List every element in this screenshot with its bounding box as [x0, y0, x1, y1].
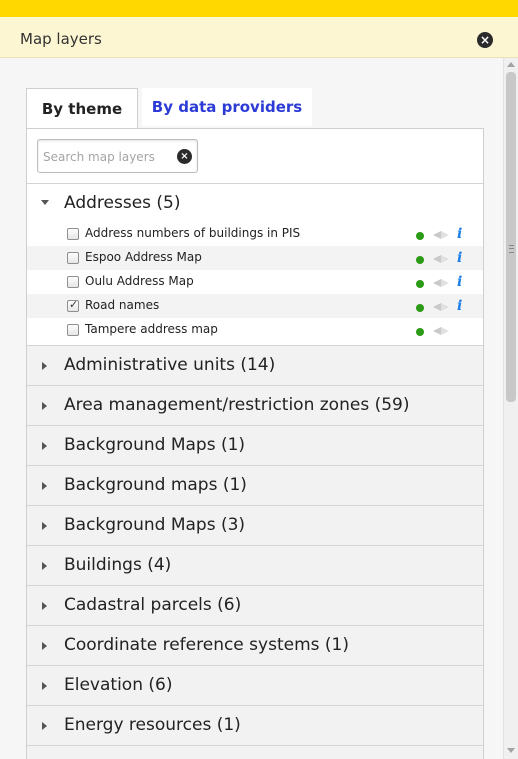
- layer-row: Address numbers of buildings in PIS i: [27, 222, 483, 246]
- layer-group: Buildings (4): [27, 546, 483, 586]
- caret-down-icon[interactable]: [41, 200, 49, 205]
- layer-checkbox[interactable]: [67, 228, 79, 240]
- panel-title: Map layers: [20, 30, 102, 48]
- layer-group: Background maps (1): [27, 466, 483, 506]
- search-input[interactable]: [43, 148, 173, 166]
- status-dot-icon: [416, 256, 424, 264]
- layer-label: Espoo Address Map: [85, 250, 202, 264]
- status-dot-icon: [416, 328, 424, 336]
- tab-by-theme[interactable]: By theme: [26, 88, 138, 128]
- layer-group: Energy resources (1): [27, 706, 483, 746]
- layer-row: Espoo Address Map i: [27, 246, 483, 270]
- scroll-down-icon[interactable]: [507, 748, 515, 753]
- status-dot-icon: [416, 304, 424, 312]
- layer-checkbox[interactable]: [67, 298, 79, 312]
- layer-group-label: Background Maps (1): [64, 435, 246, 455]
- layer-group-header[interactable]: Buildings (4): [27, 546, 483, 586]
- layer-checkbox[interactable]: [67, 252, 79, 264]
- layer-group-header[interactable]: Energy resources (1): [27, 706, 483, 746]
- layer-group-label: Buildings (4): [64, 555, 172, 575]
- layer-row: Road names i: [27, 294, 483, 318]
- layer-group-header[interactable]: Cadastral parcels (6): [27, 586, 483, 626]
- caret-right-icon[interactable]: [42, 482, 47, 490]
- caret-right-icon[interactable]: [42, 722, 47, 730]
- status-dot-icon: [416, 232, 424, 240]
- layer-group-label: Energy resources (1): [64, 715, 241, 735]
- layer-group: [27, 746, 483, 759]
- layer-label: Tampere address map: [85, 322, 218, 336]
- layer-label: Address numbers of buildings in PIS: [85, 226, 301, 240]
- layer-row: Oulu Address Map i: [27, 270, 483, 294]
- layer-group-header[interactable]: Background Maps (3): [27, 506, 483, 546]
- scale-range-icon: [433, 230, 449, 240]
- layer-group: Background Maps (1): [27, 426, 483, 466]
- scale-range-icon: [433, 326, 449, 336]
- layer-group-label: Area management/restriction zones (59): [64, 395, 410, 415]
- layer-label: Oulu Address Map: [85, 274, 194, 288]
- caret-right-icon[interactable]: [42, 362, 47, 370]
- layer-group: Background Maps (3): [27, 506, 483, 546]
- layer-group: Coordinate reference systems (1): [27, 626, 483, 666]
- caret-right-icon[interactable]: [42, 602, 47, 610]
- layer-group-label: Elevation (6): [64, 675, 173, 695]
- layer-group-label: Background maps (1): [64, 475, 247, 495]
- tab-bar: By theme By data providers: [26, 88, 484, 128]
- layer-group-header[interactable]: Coordinate reference systems (1): [27, 626, 483, 666]
- layer-groups: Addresses (5) Address numbers of building…: [27, 183, 483, 759]
- layer-group-header[interactable]: Background maps (1): [27, 466, 483, 506]
- info-icon[interactable]: i: [457, 298, 462, 314]
- scale-range-icon: [433, 254, 449, 264]
- scrollbar-thumb[interactable]: [506, 72, 516, 402]
- caret-right-icon[interactable]: [42, 402, 47, 410]
- layer-group-label: Coordinate reference systems (1): [64, 635, 349, 655]
- close-icon[interactable]: ×: [477, 32, 493, 48]
- layer-group-label: Addresses (5): [64, 193, 181, 213]
- layer-group-header[interactable]: Addresses (5): [27, 184, 483, 222]
- layer-group-header[interactable]: Elevation (6): [27, 666, 483, 706]
- layer-group: Addresses (5) Address numbers of building…: [27, 183, 483, 346]
- info-icon[interactable]: i: [457, 274, 462, 290]
- caret-right-icon[interactable]: [42, 642, 47, 650]
- layer-group-header[interactable]: Administrative units (14): [27, 346, 483, 386]
- layer-group-label: Administrative units (14): [64, 355, 276, 375]
- layer-group: Area management/restriction zones (59): [27, 386, 483, 426]
- clear-search-icon[interactable]: ×: [177, 149, 192, 164]
- layer-list: Address numbers of buildings in PIS i Espo…: [27, 222, 483, 346]
- caret-right-icon[interactable]: [42, 442, 47, 450]
- layer-group: Elevation (6): [27, 666, 483, 706]
- caret-right-icon[interactable]: [42, 682, 47, 690]
- layer-group-label: Cadastral parcels (6): [64, 595, 242, 615]
- tab-by-data-providers[interactable]: By data providers: [142, 88, 312, 126]
- top-accent-bar: [0, 0, 518, 17]
- info-icon[interactable]: i: [457, 250, 462, 266]
- scroll-up-icon[interactable]: [507, 62, 515, 67]
- grip-icon: [509, 245, 514, 253]
- layer-label: Road names: [85, 298, 160, 312]
- layer-group-header[interactable]: Area management/restriction zones (59): [27, 386, 483, 426]
- layer-group-label: Background Maps (3): [64, 515, 246, 535]
- layer-group: Administrative units (14): [27, 346, 483, 386]
- layer-tree-container: × Addresses (5) Address numbers of buildi…: [26, 128, 484, 759]
- status-dot-icon: [416, 280, 424, 288]
- scale-range-icon: [433, 302, 449, 312]
- layer-checkbox[interactable]: [67, 324, 79, 336]
- layer-group: Cadastral parcels (6): [27, 586, 483, 626]
- caret-right-icon[interactable]: [42, 562, 47, 570]
- map-layers-panel: By theme By data providers × Addresses (…: [0, 58, 503, 759]
- layer-row: Tampere address map: [27, 318, 483, 342]
- panel-header: Map layers ×: [0, 17, 518, 58]
- layer-group-header[interactable]: Background Maps (1): [27, 426, 483, 466]
- search-box: ×: [37, 139, 198, 173]
- layer-checkbox[interactable]: [67, 276, 79, 288]
- vertical-scrollbar[interactable]: [503, 58, 518, 759]
- caret-right-icon[interactable]: [42, 522, 47, 530]
- info-icon[interactable]: i: [457, 226, 462, 242]
- scale-range-icon: [433, 278, 449, 288]
- layer-group-header[interactable]: [27, 746, 483, 759]
